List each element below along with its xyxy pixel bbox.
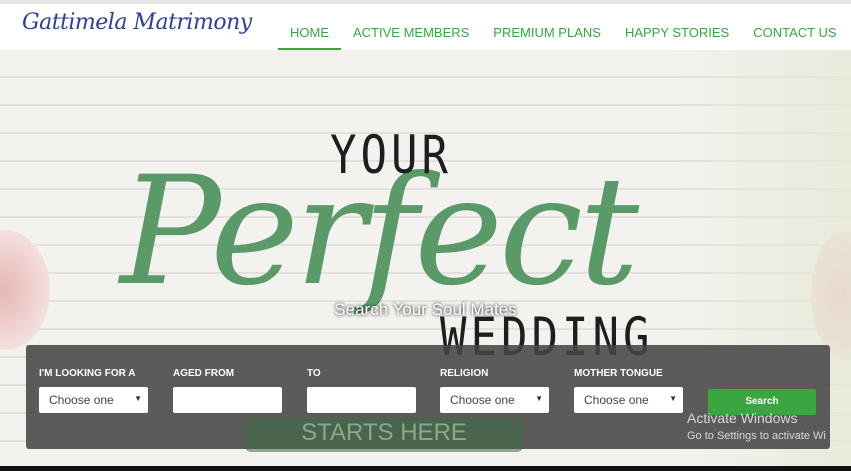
religion-label: RELIGION xyxy=(440,368,489,379)
nav-active-members[interactable]: ACTIVE MEMBERS xyxy=(341,4,481,50)
dropdown-arrow-icon: ▼ xyxy=(134,394,142,403)
to-field: TO xyxy=(307,368,416,413)
nav-premium-plans[interactable]: PREMIUM PLANS xyxy=(481,4,613,50)
select-value: Choose one xyxy=(450,393,515,407)
aged-from-input[interactable] xyxy=(173,387,282,413)
watermark-subtitle: Go to Settings to activate Wi xyxy=(687,430,826,442)
header: Gattimela Matrimony HOME ACTIVE MEMBERS … xyxy=(0,4,851,50)
main-nav: HOME ACTIVE MEMBERS PREMIUM PLANS HAPPY … xyxy=(278,4,849,50)
looking-for-select[interactable]: Choose one ▼ xyxy=(39,387,148,413)
hero-your-text: YOUR xyxy=(330,124,452,187)
hero-subtitle: Search Your Soul Mates xyxy=(334,300,517,319)
looking-for-label: I'M LOOKING FOR A xyxy=(39,368,136,379)
watermark-title: Activate Windows xyxy=(687,410,798,426)
religion-select[interactable]: Choose one ▼ xyxy=(440,387,549,413)
mother-tongue-field: MOTHER TONGUE Choose one ▼ xyxy=(574,368,683,413)
select-value: Choose one xyxy=(49,393,114,407)
mother-tongue-select[interactable]: Choose one ▼ xyxy=(574,387,683,413)
aged-from-field: AGED FROM xyxy=(173,368,282,413)
religion-field: RELIGION Choose one ▼ xyxy=(440,368,549,413)
activate-windows-watermark: Activate Windows Go to Settings to activ… xyxy=(687,410,826,442)
to-label: TO xyxy=(307,368,321,379)
age-to-input[interactable] xyxy=(307,387,416,413)
select-value: Choose one xyxy=(584,393,649,407)
dropdown-arrow-icon: ▼ xyxy=(669,394,677,403)
taskbar-edge xyxy=(0,466,851,471)
starts-here-button: STARTS HERE xyxy=(245,418,523,452)
nav-happy-stories[interactable]: HAPPY STORIES xyxy=(613,4,741,50)
aged-from-label: AGED FROM xyxy=(173,368,235,379)
looking-for-field: I'M LOOKING FOR A Choose one ▼ xyxy=(39,368,148,413)
dropdown-arrow-icon: ▼ xyxy=(535,394,543,403)
nav-contact-us[interactable]: CONTACT US xyxy=(741,4,848,50)
flower-decoration xyxy=(0,230,50,350)
mother-tongue-label: MOTHER TONGUE xyxy=(574,368,663,379)
logo[interactable]: Gattimela Matrimony xyxy=(22,10,252,35)
nav-home[interactable]: HOME xyxy=(278,4,341,50)
